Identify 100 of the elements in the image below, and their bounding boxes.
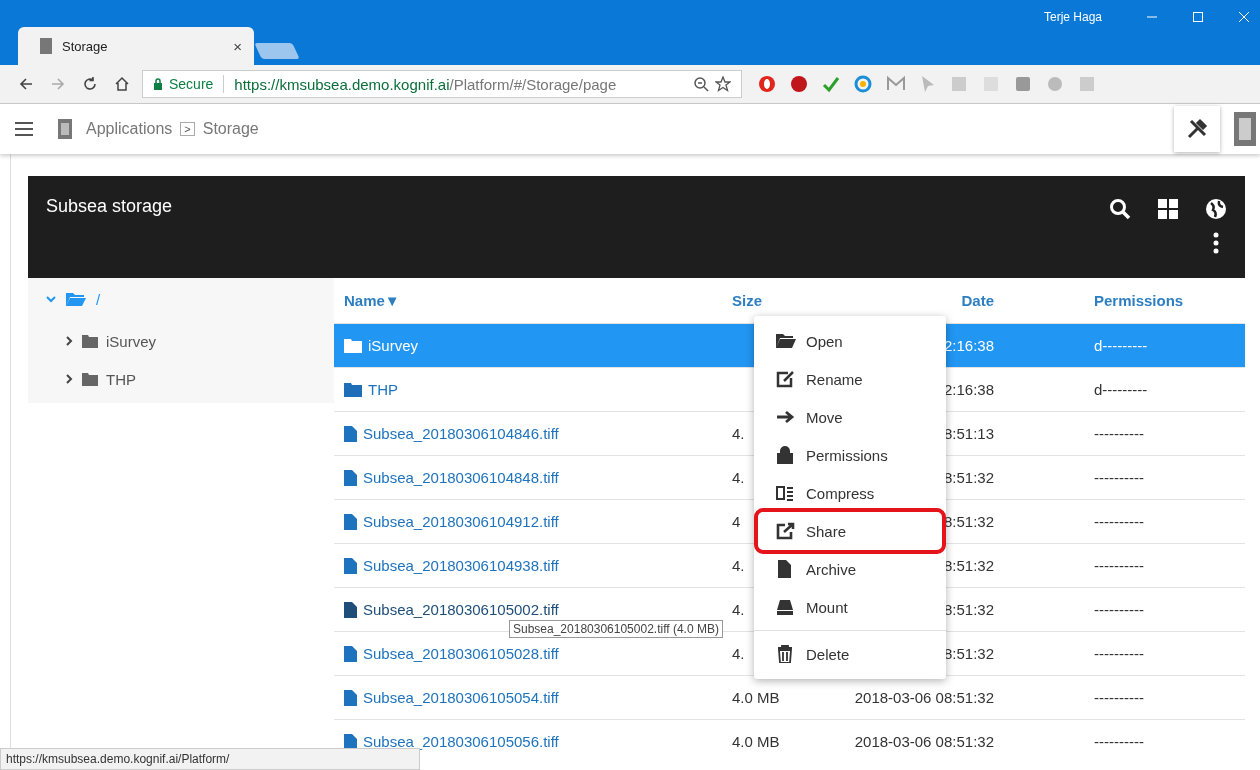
size-cell: 4.	[732, 425, 745, 442]
file-name[interactable]: iSurvey	[368, 337, 419, 354]
permissions-cell: ----------	[1094, 469, 1144, 486]
date-cell: 2018-03-06 08:51:32	[854, 733, 994, 750]
star-icon[interactable]	[715, 76, 731, 92]
folder-icon	[82, 372, 98, 386]
permissions-cell: d---------	[1094, 381, 1148, 398]
column-header[interactable]: Size	[732, 292, 839, 309]
folder-open-icon	[776, 332, 796, 350]
permissions-cell: ----------	[1094, 425, 1144, 442]
tools-icon	[1186, 118, 1208, 140]
crest-logo-icon[interactable]	[1234, 112, 1256, 146]
tree-item[interactable]: iSurvey	[106, 332, 157, 350]
file-name[interactable]: Subsea_20180306104848.tiff	[363, 469, 559, 486]
date-cell: 2:16:38	[943, 337, 994, 354]
permissions-cell: ----------	[1094, 513, 1144, 530]
file-icon	[344, 557, 357, 574]
extension-icon[interactable]	[1014, 75, 1032, 93]
zoom-icon[interactable]	[693, 76, 709, 92]
reload-icon[interactable]	[82, 76, 98, 92]
file-name[interactable]: Subsea_20180306105056.tiff	[363, 733, 559, 750]
size-cell: 4.0 MB	[732, 689, 780, 706]
tree-item[interactable]: THP	[106, 370, 136, 388]
lock-icon	[776, 446, 796, 464]
edit-icon	[776, 370, 796, 388]
permissions-cell: ----------	[1094, 645, 1144, 662]
menu-item[interactable]: Share	[754, 508, 946, 554]
file-icon	[344, 689, 357, 706]
permissions-cell: ----------	[1094, 557, 1144, 574]
file-icon	[344, 733, 357, 750]
crest-logo-icon[interactable]	[58, 119, 72, 139]
breadcrumb-separator: >	[180, 122, 195, 136]
more-options-icon[interactable]	[1213, 232, 1219, 254]
maximize-icon[interactable]	[1192, 11, 1204, 23]
site-favicon-icon	[40, 38, 52, 54]
column-header[interactable]: Permissions	[994, 292, 1184, 309]
date-cell: 2:16:38	[943, 381, 994, 398]
compress-icon	[776, 484, 796, 502]
file-name[interactable]: THP	[368, 381, 398, 398]
file-name[interactable]: Subsea_20180306105054.tiff	[363, 689, 559, 706]
menu-item[interactable]: Permissions	[754, 436, 946, 474]
file-name[interactable]: Subsea_20180306105002.tiff	[363, 601, 559, 618]
folder-icon	[344, 382, 362, 397]
column-header[interactable]: Name▼	[334, 292, 732, 309]
drive-icon	[776, 598, 796, 616]
profile-name[interactable]: Terje Haga	[1043, 10, 1102, 24]
page-url: https://kmsubsea.demo.kognif.ai/Platform/#/Storage/page	[234, 75, 617, 93]
file-name[interactable]: Subsea_20180306104938.tiff	[363, 557, 559, 574]
size-cell: 4.	[732, 601, 745, 618]
menu-icon[interactable]	[14, 121, 34, 137]
globe-icon[interactable]	[1205, 198, 1227, 220]
panel-title: Subsea storage	[46, 196, 173, 218]
file-icon	[344, 601, 357, 618]
extension-icon[interactable]	[854, 75, 872, 93]
address-bar[interactable]: Secure https://kmsubsea.demo.kognif.ai/Platform/#/Storage/page	[142, 70, 742, 98]
secure-label: Secure	[169, 76, 214, 92]
grid-icon[interactable]	[1157, 198, 1179, 220]
permissions-cell: ----------	[1094, 733, 1144, 750]
chevron-icon[interactable]	[64, 374, 74, 384]
menu-item[interactable]: Mount	[754, 588, 946, 626]
menu-item[interactable]: Delete	[754, 635, 946, 673]
permissions-cell: ----------	[1094, 689, 1144, 706]
tools-button[interactable]	[1174, 106, 1220, 152]
home-icon[interactable]	[114, 76, 130, 92]
size-cell: 4.	[732, 645, 745, 662]
browser-tab[interactable]: Storage ×	[18, 27, 254, 65]
extension-icon[interactable]	[758, 75, 776, 93]
file-name[interactable]: Subsea_20180306104912.tiff	[363, 513, 559, 530]
back-icon[interactable]	[18, 76, 34, 92]
permissions-cell: d---------	[1094, 337, 1148, 354]
menu-item[interactable]: Move	[754, 398, 946, 436]
size-cell: 4.0 MB	[732, 733, 780, 750]
extension-icon[interactable]	[790, 75, 808, 93]
file-name[interactable]: Subsea_20180306104846.tiff	[363, 425, 559, 442]
chevron-icon[interactable]	[64, 336, 74, 346]
new-tab-button[interactable]	[254, 43, 300, 59]
tab-close-button[interactable]: ×	[233, 37, 242, 55]
share-icon	[776, 522, 796, 540]
permissions-cell: ----------	[1094, 601, 1144, 618]
folder-icon	[82, 334, 98, 348]
file-icon	[344, 513, 357, 530]
size-cell: 4	[732, 513, 741, 530]
close-icon[interactable]	[1238, 11, 1250, 23]
lock-icon	[153, 78, 163, 90]
tooltip: Subsea_20180306105002.tiff (4.0 MB)	[509, 620, 723, 638]
arrow-right-icon	[776, 408, 796, 426]
breadcrumb-current: Storage	[202, 120, 259, 138]
search-icon[interactable]	[1109, 198, 1131, 220]
mail-icon[interactable]	[886, 75, 906, 93]
tree-item[interactable]: /	[96, 290, 101, 308]
folder-icon	[344, 338, 362, 353]
file-icon	[344, 425, 357, 442]
breadcrumb-link[interactable]: Applications	[86, 120, 173, 138]
file-name[interactable]: Subsea_20180306105028.tiff	[363, 645, 559, 662]
column-header[interactable]: Date	[839, 292, 994, 309]
menu-item[interactable]: Rename	[754, 360, 946, 398]
menu-item[interactable]: Open	[754, 322, 946, 360]
check-icon[interactable]	[822, 75, 840, 93]
status-bar-url: https://kmsubsea.demo.kognif.ai/Platform/	[0, 748, 420, 770]
size-cell: 4.	[732, 469, 745, 486]
